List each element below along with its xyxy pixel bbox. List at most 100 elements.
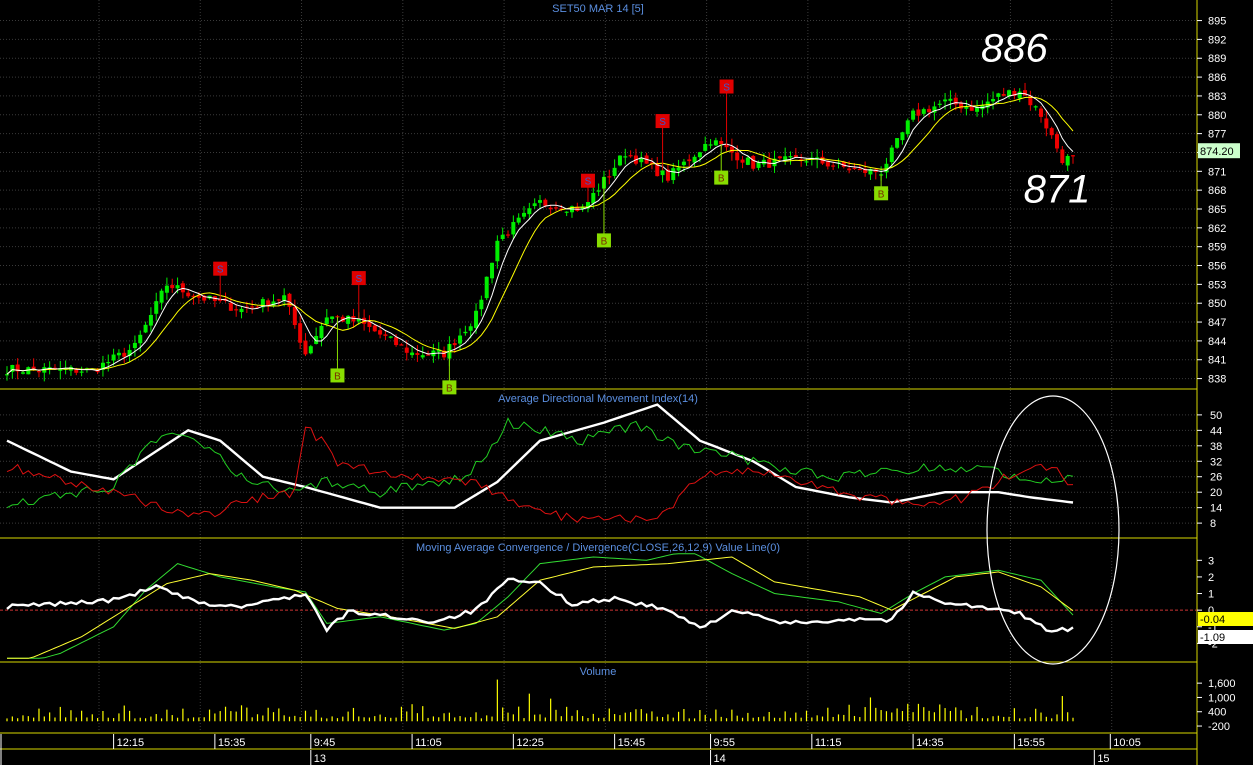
adx-title: Average Directional Movement Index(14) <box>498 393 698 405</box>
y-tick-label: 871 <box>1208 166 1226 178</box>
candle <box>1044 118 1049 129</box>
candle <box>468 326 473 331</box>
candle <box>548 207 553 210</box>
candle <box>831 165 836 167</box>
candle <box>527 208 532 215</box>
candle <box>111 354 116 361</box>
x-tick-label: 9:55 <box>714 737 735 749</box>
x-tick-label: 12:15 <box>117 737 145 749</box>
candle <box>1033 106 1038 108</box>
signal-label: B <box>334 371 341 382</box>
candle <box>5 374 9 376</box>
y-tick-label: 892 <box>1208 34 1226 46</box>
candle <box>708 144 713 146</box>
candle <box>1060 149 1065 164</box>
y-tick-label: 1,000 <box>1208 692 1236 704</box>
candle <box>596 190 601 192</box>
candle <box>180 283 185 293</box>
candle <box>660 170 665 176</box>
candle <box>927 108 932 113</box>
candle <box>857 168 862 171</box>
y-tick-label: 400 <box>1208 707 1226 719</box>
candle <box>751 155 756 169</box>
candle <box>148 314 153 326</box>
candle <box>415 353 420 355</box>
x-tick-label: 10:05 <box>1113 737 1141 749</box>
candle <box>681 161 686 166</box>
trading-chart: S S B B S B S B S B 886 871 SET50 MAR 14 [5] Average … <box>0 0 1253 765</box>
candle <box>900 132 905 141</box>
candle <box>20 372 25 374</box>
y-tick-label: 889 <box>1208 53 1226 65</box>
candle <box>474 310 479 328</box>
candle <box>303 340 308 355</box>
x-date-label: 15 <box>1097 753 1109 765</box>
candle <box>532 203 537 207</box>
sell-signal: S <box>719 79 734 148</box>
candle <box>937 103 942 105</box>
candle <box>170 284 175 289</box>
candle <box>394 337 399 346</box>
x-tick-label: 11:15 <box>815 737 842 749</box>
highlight-ellipse <box>986 395 1120 665</box>
price-annotation: 871 <box>1024 168 1091 212</box>
y-tick-label: 38 <box>1210 441 1222 453</box>
adx-line-1 <box>6 417 1074 509</box>
candle <box>516 217 521 223</box>
candle <box>713 140 718 146</box>
candle <box>591 192 596 204</box>
candle <box>506 234 511 236</box>
candle <box>852 167 857 169</box>
candle <box>463 331 468 334</box>
candle <box>964 106 969 109</box>
candle <box>687 159 692 162</box>
candle <box>729 146 734 153</box>
candle <box>298 323 303 343</box>
candle <box>825 161 830 167</box>
candle <box>538 200 542 203</box>
price-annotation: 886 <box>981 26 1048 70</box>
signal-label: S <box>723 83 730 94</box>
candle <box>346 315 351 324</box>
signal-label: S <box>355 274 362 285</box>
candle <box>388 336 393 338</box>
candle <box>159 290 164 303</box>
candle <box>308 346 313 354</box>
candle <box>911 110 916 120</box>
candle <box>895 138 900 148</box>
candle <box>628 155 633 157</box>
grid-lines <box>0 0 1197 732</box>
y-tick-label: 1,600 <box>1208 678 1236 690</box>
macd-line-2 <box>7 553 1074 659</box>
ma-line-yellow <box>6 96 1074 375</box>
x-tick-label: 15:35 <box>218 737 246 749</box>
candle <box>1065 156 1070 166</box>
candle <box>756 162 761 168</box>
candle <box>500 234 505 239</box>
signal-label: B <box>878 189 885 200</box>
ma-line-white <box>6 92 1074 375</box>
candle <box>372 325 377 332</box>
candle <box>703 143 708 151</box>
candle <box>138 334 143 344</box>
y-tick-label: 856 <box>1208 261 1226 273</box>
candle <box>399 344 404 346</box>
y-tick-label: 847 <box>1208 317 1226 329</box>
x-date-label: 14 <box>714 753 726 765</box>
x-tick-label: 12:25 <box>516 737 544 749</box>
candle <box>404 347 409 353</box>
y-tick-label: 883 <box>1208 91 1226 103</box>
candle <box>1039 108 1044 117</box>
signal-label: S <box>585 177 592 188</box>
candle <box>330 316 335 319</box>
signal-label: S <box>217 265 224 276</box>
candle <box>948 98 953 101</box>
y-tick-label: 853 <box>1208 279 1226 291</box>
candle <box>607 176 612 178</box>
candle <box>122 352 127 357</box>
candle <box>116 352 121 356</box>
y-tick-label: 844 <box>1208 336 1226 348</box>
y-tick-label: 20 <box>1210 487 1222 499</box>
candle <box>745 157 750 165</box>
candle <box>996 93 1001 97</box>
